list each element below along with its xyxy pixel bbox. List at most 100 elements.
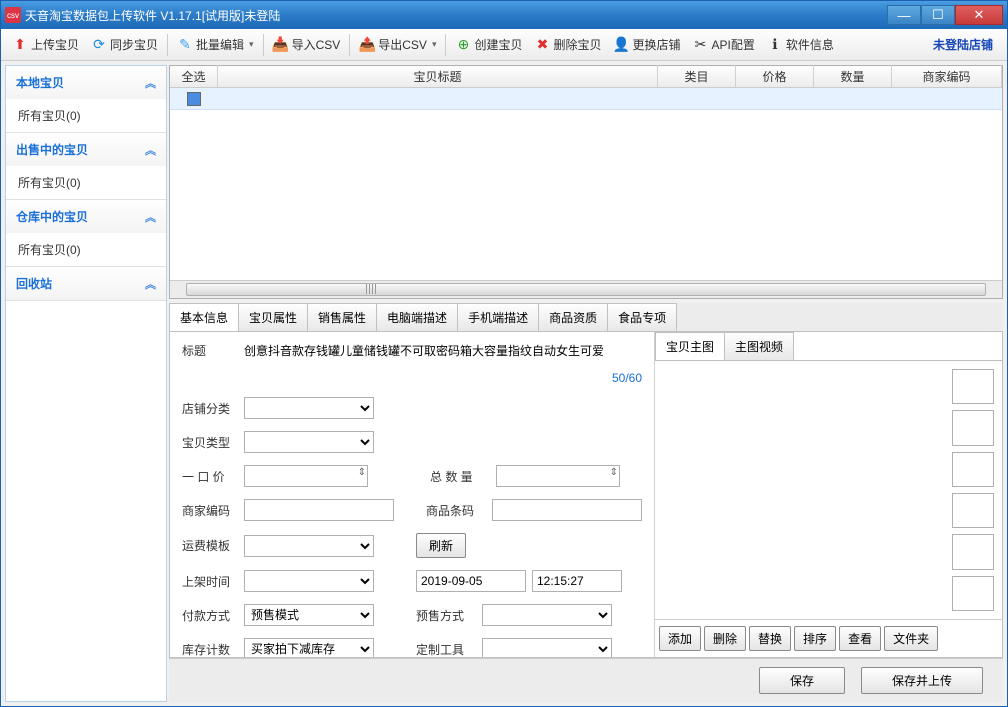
itemtype-select[interactable]	[244, 431, 374, 453]
tab-saleattr[interactable]: 销售属性	[307, 303, 377, 331]
person-icon: 👤	[614, 37, 630, 53]
info-icon: ℹ	[767, 37, 783, 53]
plus-icon: ⊕	[455, 37, 471, 53]
minimize-button[interactable]: —	[887, 5, 921, 25]
col-selectall[interactable]: 全选	[170, 65, 218, 88]
thumb-slot[interactable]	[952, 410, 994, 445]
shiptpl-select[interactable]	[244, 535, 374, 557]
barcode-input[interactable]	[492, 499, 642, 521]
item-grid: 全选 宝贝标题 类目 价格 数量 商家编码	[169, 65, 1003, 299]
tab-mobdesc[interactable]: 手机端描述	[457, 303, 539, 331]
delete-button[interactable]: ✖删除宝贝	[530, 33, 607, 56]
toolbar: ⬆上传宝贝 ⟳同步宝贝 ✎批量编辑▾ 📥导入CSV 📤导出CSV▾ ⊕创建宝贝 …	[1, 29, 1007, 61]
export-csv-button[interactable]: 📤导出CSV▾	[354, 33, 441, 56]
date-input[interactable]	[416, 570, 526, 592]
rtab-video[interactable]: 主图视频	[724, 332, 794, 360]
shopcat-select[interactable]	[244, 397, 374, 419]
img-replace-button[interactable]: 替换	[749, 626, 791, 651]
sync-icon: ⟳	[91, 37, 107, 53]
thumb-slot[interactable]	[952, 534, 994, 569]
chevron-up-icon: ︽	[145, 142, 156, 158]
sidebar-item-onsale-all[interactable]: 所有宝贝(0)	[6, 166, 166, 199]
paymode-select[interactable]: 预售模式	[244, 604, 374, 626]
save-button[interactable]: 保存	[759, 667, 845, 694]
software-info-button[interactable]: ℹ软件信息	[762, 33, 839, 56]
chevron-down-icon: ▾	[432, 39, 437, 50]
table-row[interactable]	[170, 88, 1002, 110]
thumb-slot[interactable]	[952, 493, 994, 528]
title-counter: 50/60	[612, 371, 642, 385]
tab-itemattr[interactable]: 宝贝属性	[238, 303, 308, 331]
sidebar-head-warehouse[interactable]: 仓库中的宝贝︽	[6, 200, 166, 233]
sidebar-item-warehouse-all[interactable]: 所有宝贝(0)	[6, 233, 166, 266]
qty-input[interactable]	[496, 465, 620, 487]
time-input[interactable]	[532, 570, 622, 592]
change-shop-button[interactable]: 👤更换店铺	[609, 33, 686, 56]
chevron-down-icon: ▾	[249, 39, 254, 50]
col-title[interactable]: 宝贝标题	[218, 65, 658, 88]
detail-tabs: 基本信息 宝贝属性 销售属性 电脑端描述 手机端描述 商品资质 食品专项	[169, 303, 1003, 331]
close-button[interactable]: ✕	[955, 5, 1003, 25]
sidebar: 本地宝贝︽ 所有宝贝(0) 出售中的宝贝︽ 所有宝贝(0) 仓库中的宝贝︽ 所有…	[5, 65, 167, 702]
vendorcode-input[interactable]	[244, 499, 394, 521]
sidebar-head-onsale[interactable]: 出售中的宝贝︽	[6, 133, 166, 166]
label-paymode: 付款方式	[182, 607, 238, 624]
import-icon: 📥	[273, 37, 289, 53]
img-del-button[interactable]: 删除	[704, 626, 746, 651]
x-icon: ✖	[535, 37, 551, 53]
thumb-slot[interactable]	[952, 452, 994, 487]
img-add-button[interactable]: 添加	[659, 626, 701, 651]
chevron-up-icon: ︽	[145, 276, 156, 292]
create-button[interactable]: ⊕创建宝贝	[450, 33, 527, 56]
sync-button[interactable]: ⟳同步宝贝	[86, 33, 163, 56]
tab-basic[interactable]: 基本信息	[169, 303, 239, 331]
shelftime-select[interactable]	[244, 570, 374, 592]
refresh-button[interactable]: 刷新	[416, 533, 466, 558]
horizontal-scrollbar[interactable]	[170, 280, 1002, 298]
presale-select[interactable]	[482, 604, 612, 626]
tool-icon: ✂	[693, 37, 709, 53]
app-icon: csv	[5, 7, 21, 23]
tab-pcdesc[interactable]: 电脑端描述	[376, 303, 458, 331]
sidebar-head-local[interactable]: 本地宝贝︽	[6, 66, 166, 99]
img-folder-button[interactable]: 文件夹	[884, 626, 938, 651]
col-category[interactable]: 类目	[658, 65, 736, 88]
label-title: 标题	[182, 342, 238, 359]
export-icon: 📤	[359, 37, 375, 53]
window-title: 天音淘宝数据包上传软件 V1.17.1[试用版]未登陆	[25, 7, 887, 24]
col-vendorcode[interactable]: 商家编码	[892, 65, 1002, 88]
sidebar-head-recycle[interactable]: 回收站︽	[6, 267, 166, 300]
save-upload-button[interactable]: 保存并上传	[861, 667, 983, 694]
chevron-up-icon: ︽	[145, 75, 156, 91]
tab-food[interactable]: 食品专项	[607, 303, 677, 331]
price-input[interactable]	[244, 465, 368, 487]
sidebar-item-local-all[interactable]: 所有宝贝(0)	[6, 99, 166, 132]
pencil-icon: ✎	[177, 37, 193, 53]
label-vendorcode: 商家编码	[182, 502, 238, 519]
label-presale: 预售方式	[416, 607, 476, 624]
col-qty[interactable]: 数量	[814, 65, 892, 88]
title-text: 创意抖音款存钱罐儿童储钱罐不可取密码箱大容量指纹自动女生可爱	[244, 342, 642, 359]
stockmode-select[interactable]: 买家拍下减库存	[244, 638, 374, 658]
form-panel: 标题 创意抖音款存钱罐儿童储钱罐不可取密码箱大容量指纹自动女生可爱 50/60 …	[170, 332, 654, 657]
rtab-mainimg[interactable]: 宝贝主图	[655, 332, 725, 360]
label-qty: 总 数 量	[430, 468, 490, 485]
upload-icon: ⬆	[12, 37, 28, 53]
batch-edit-button[interactable]: ✎批量编辑▾	[172, 33, 259, 56]
row-checkbox[interactable]	[187, 92, 201, 106]
label-itemtype: 宝贝类型	[182, 434, 238, 451]
upload-button[interactable]: ⬆上传宝贝	[7, 33, 84, 56]
thumb-slot[interactable]	[952, 369, 994, 404]
label-shelftime: 上架时间	[182, 573, 238, 590]
maximize-button[interactable]: ☐	[921, 5, 955, 25]
import-csv-button[interactable]: 📥导入CSV	[268, 33, 346, 56]
label-price: 一 口 价	[182, 468, 238, 485]
col-price[interactable]: 价格	[736, 65, 814, 88]
api-config-button[interactable]: ✂API配置	[688, 33, 760, 56]
img-view-button[interactable]: 查看	[839, 626, 881, 651]
img-sort-button[interactable]: 排序	[794, 626, 836, 651]
custom-select[interactable]	[482, 638, 612, 658]
chevron-up-icon: ︽	[145, 209, 156, 225]
tab-qualify[interactable]: 商品资质	[538, 303, 608, 331]
thumb-slot[interactable]	[952, 576, 994, 611]
